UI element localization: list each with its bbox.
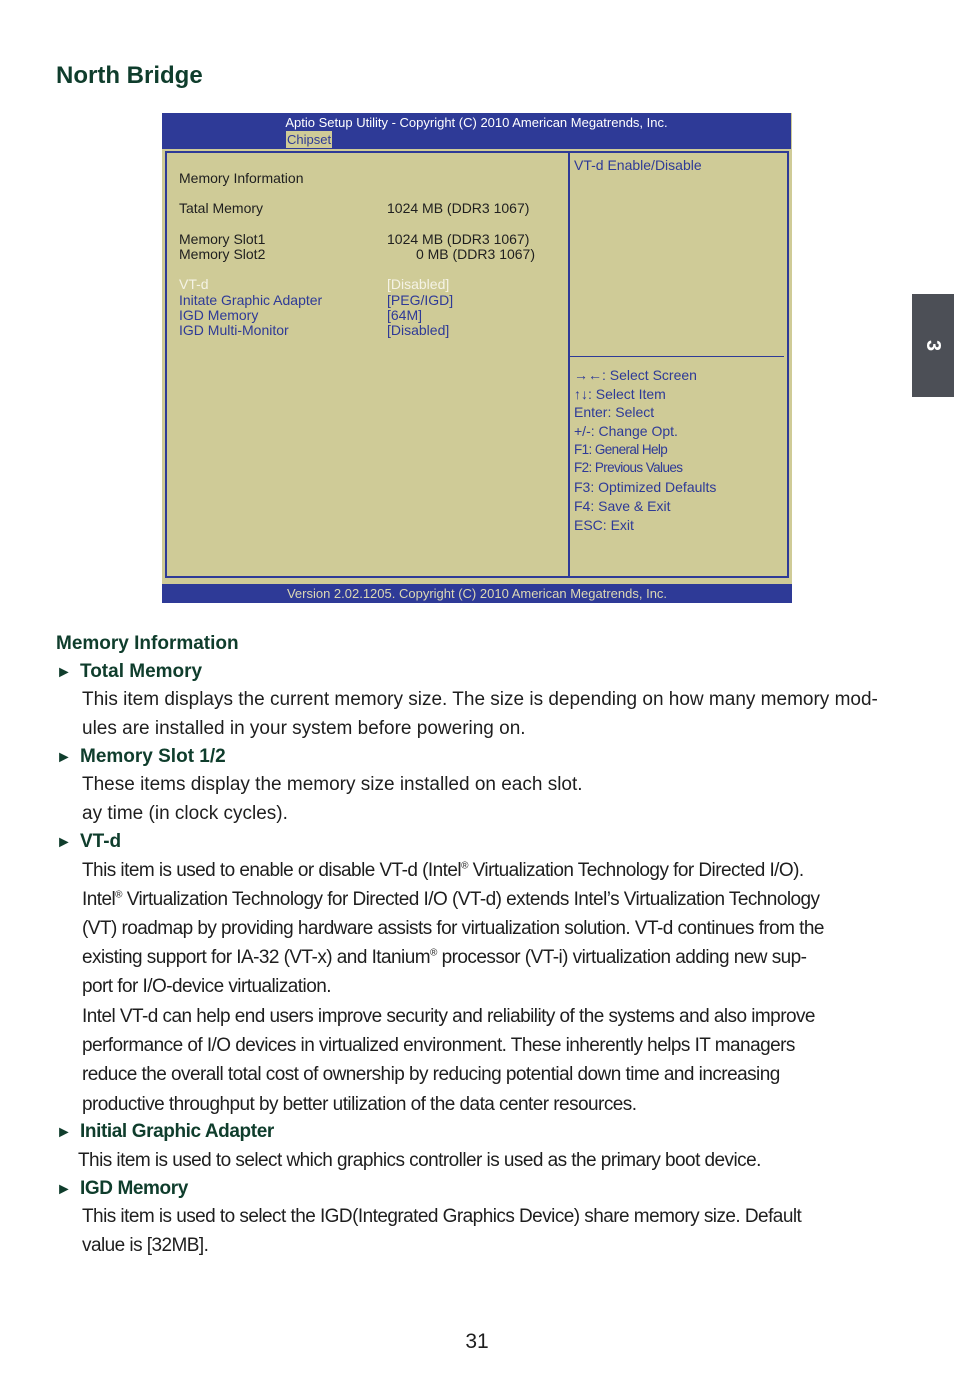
heading-text: IGD Memory [80,1178,188,1199]
body-text: reduce the overall total cost of ownersh… [82,1064,780,1085]
chapter-number: 3 [922,339,945,352]
bullet-arrow-icon: ► [56,1181,72,1198]
bios-frame: Memory Information Tatal Memory 1024 MB … [165,151,789,578]
key-hint-enter: Enter: Select [574,404,655,420]
panel-divider [568,153,570,576]
setting-label[interactable]: Initate Graphic Adapter [179,293,322,308]
setting-label[interactable]: IGD Multi-Monitor [179,323,289,338]
key-hint-change-opt: +/-: Change Opt. [574,423,678,439]
body-text: ules are installed in your system before… [82,718,526,739]
heading-text: VT-d [80,831,122,852]
key-hint-f4: F4: Save & Exit [574,498,671,514]
body-text: performance of I/O devices in virtualize… [82,1035,795,1056]
setting-label[interactable]: VT-d [179,277,209,292]
bios-title: Aptio Setup Utility - Copyright (C) 2010… [285,115,668,130]
bullet-arrow-icon: ► [56,1124,72,1141]
heading-text: Initial Graphic Adapter [80,1121,274,1142]
page-title: North Bridge [56,62,203,89]
bios-footer: Version 2.02.1205. Copyright (C) 2010 Am… [162,584,792,603]
setting-value[interactable]: [PEG/IGD] [387,293,453,308]
body-text: This item displays the current memory si… [82,689,878,710]
total-memory-heading: ► Total Memory [56,661,202,683]
setting-value[interactable]: [Disabled] [387,323,449,338]
igd-memory-heading: ► IGD Memory [56,1178,188,1200]
tab-chipset[interactable]: Chipset [286,131,333,148]
bios-header: Aptio Setup Utility - Copyright (C) 2010… [162,113,791,149]
heading-text: Memory Slot 1/2 [80,746,226,767]
key-hint-f2: F2: Previous Values [574,460,683,475]
info-label: Tatal Memory [179,200,264,216]
body-text: ay time (in clock cycles). [82,803,288,824]
info-value: 0 MB (DDR3 1067) [415,246,535,262]
body-text: productive throughput by better utilizat… [82,1094,637,1115]
body-text: existing support for IA-32 (VT-x) and It… [82,947,807,968]
bios-screenshot: Aptio Setup Utility - Copyright (C) 2010… [162,113,792,603]
body-text: This item is used to enable or disable V… [82,860,804,881]
info-label: Memory Slot2 [179,246,266,262]
body-text: These items display the memory size inst… [82,774,583,795]
info-value: 1024 MB (DDR3 1067) [387,200,530,216]
body-text: This item is used to select which graphi… [78,1150,761,1171]
setting-label[interactable]: IGD Memory [179,308,258,323]
heading-text: Total Memory [80,661,203,682]
body-text: Intel® Virtualization Technology for Dir… [82,889,820,910]
body-text: Intel VT-d can help end users improve se… [82,1006,816,1027]
bullet-arrow-icon: ► [56,664,72,681]
memory-slot-heading: ► Memory Slot 1/2 [56,746,226,768]
initial-graphic-heading: ► Initial Graphic Adapter [56,1121,274,1143]
key-hint-select-item: ↑↓: Select Item [574,386,666,402]
key-hint-select-screen: →←: Select Screen [574,367,697,383]
body-text: port for I/O-device virtualization. [82,976,332,997]
bullet-arrow-icon: ► [56,749,72,766]
page-number: 31 [465,1330,489,1353]
key-hint-esc: ESC: Exit [574,517,634,533]
memory-info-heading: Memory Information [56,633,239,654]
vtd-heading: ► VT-d [56,831,121,853]
chapter-tab: 3 [912,294,954,397]
info-value: 1024 MB (DDR3 1067) [387,231,530,247]
body-text: This item is used to select the IGD(Inte… [82,1206,802,1227]
setting-value[interactable]: [64M] [387,308,422,323]
help-title: VT-d Enable/Disable [574,157,702,173]
body-text: value is [32MB]. [82,1235,209,1256]
bullet-arrow-icon: ► [56,834,72,851]
key-hint-f1: F1: General Help [574,442,668,457]
memory-info-label: Memory Information [179,170,304,186]
key-hint-f3: F3: Optimized Defaults [574,479,717,495]
setting-value[interactable]: [Disabled] [387,277,449,292]
info-label: Memory Slot1 [179,231,266,247]
help-separator [570,356,784,357]
body-text: (VT) roadmap by providing hardware assis… [82,918,824,939]
